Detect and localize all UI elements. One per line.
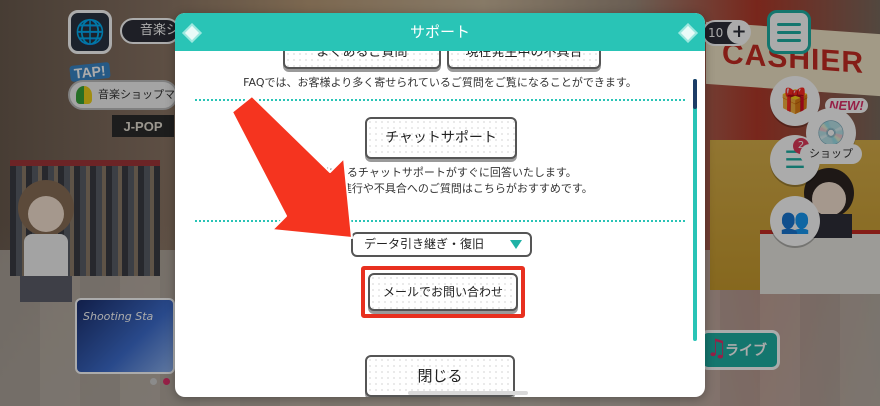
diamond-ornament-icon xyxy=(678,23,698,43)
diamond-ornament-icon xyxy=(182,23,202,43)
chat-support-button[interactable]: チャットサポート xyxy=(365,117,517,159)
chat-description-line2-end: 進行や不具合へのご質問はこちらがおすすめです。 xyxy=(340,182,593,195)
section-divider xyxy=(195,99,685,101)
section-divider xyxy=(195,220,685,222)
scrollbar-track[interactable] xyxy=(693,79,697,341)
known-issues-button[interactable]: 現在発生中の不具合 xyxy=(447,51,601,69)
email-inquiry-button[interactable]: メールでお問い合わせ xyxy=(368,273,518,311)
scrollbar-thumb[interactable] xyxy=(693,79,697,109)
triangle-down-icon xyxy=(510,240,522,249)
dialog-header: サポート xyxy=(175,13,705,51)
dialog-body[interactable]: よくあるご質問 現在発生中の不具合 FAQでは、お客様より多く寄せられているご質… xyxy=(175,51,705,397)
inquiry-category-select[interactable]: データ引き継ぎ・復旧 xyxy=(351,232,532,257)
faq-description: FAQでは、お客様より多く寄せられているご質問をご覧になることができます。 xyxy=(243,76,637,89)
home-indicator xyxy=(408,391,528,395)
inquiry-category-value: データ引き継ぎ・復旧 xyxy=(364,237,485,251)
chat-description-line1: によるチャットサポートがすぐに回答いたします。 xyxy=(325,166,577,179)
support-dialog: サポート よくあるご質問 現在発生中の不具合 FAQでは、お客様より多く寄せられ… xyxy=(175,13,705,397)
dialog-title: サポート xyxy=(409,23,470,41)
chat-description-line2: ゲーム 進行や不具合へのご質問はこちらがおすすめです。 xyxy=(175,181,705,197)
chat-description-line2-start: ゲーム xyxy=(287,182,320,195)
faq-button[interactable]: よくあるご質問 xyxy=(283,51,441,69)
